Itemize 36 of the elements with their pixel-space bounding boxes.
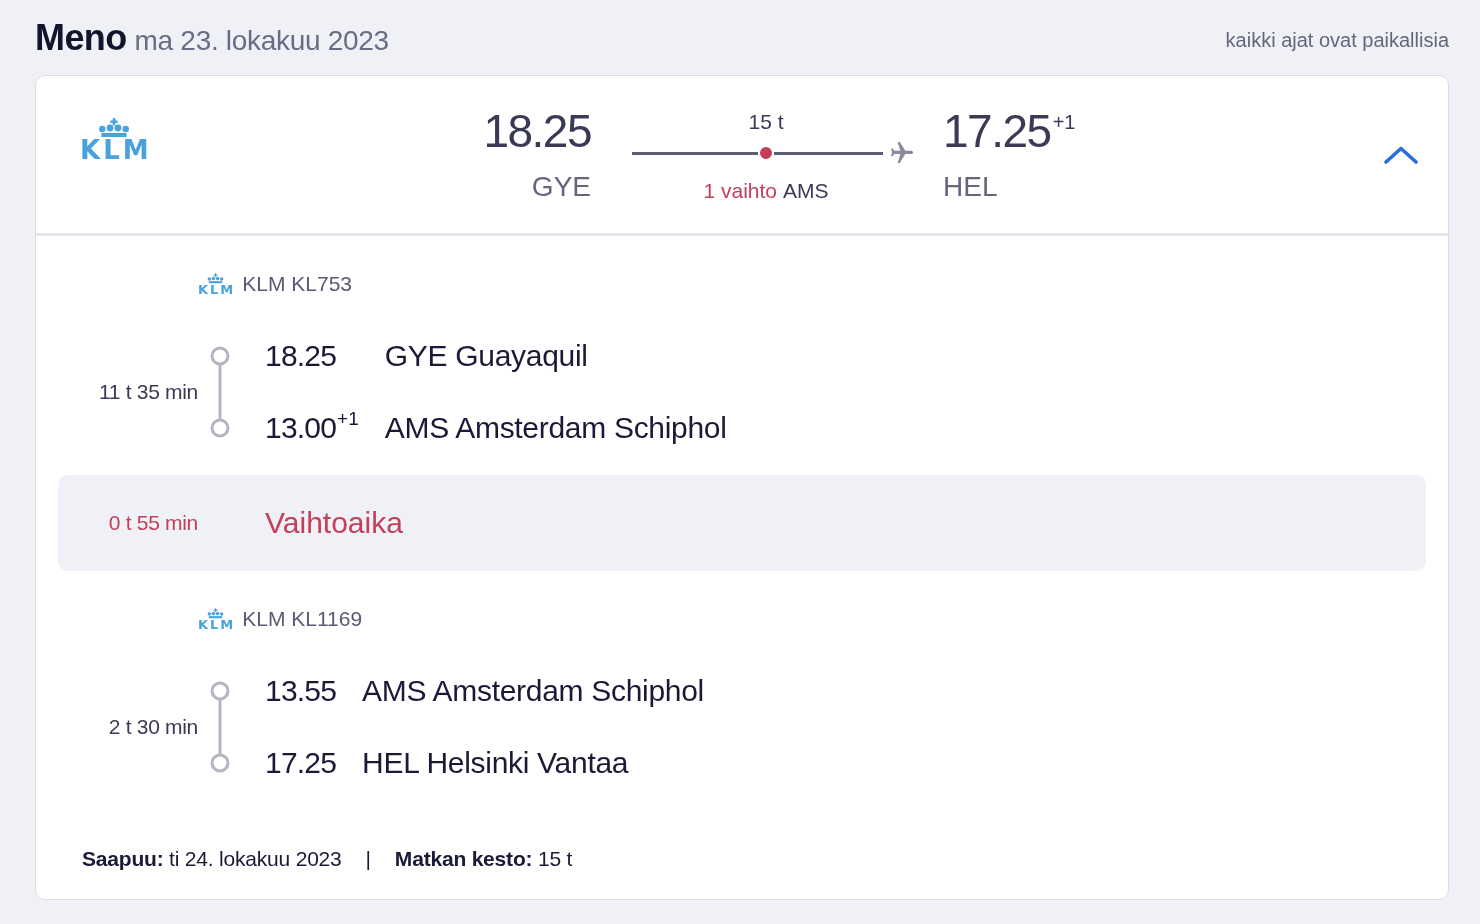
stop-time: 18.25 bbox=[265, 338, 338, 374]
flight-duration: 2 t 30 min bbox=[108, 715, 198, 739]
chevron-icon bbox=[1384, 145, 1418, 164]
airport-name: HEL Helsinki Vantaa bbox=[362, 745, 629, 781]
departure-time: 18.25 bbox=[483, 105, 591, 157]
airplane-icon bbox=[891, 142, 913, 164]
trip-duration: Matkan kesto: 15 t bbox=[394, 847, 573, 871]
arrival-time: 17.25$^{+1}$ bbox=[943, 105, 1076, 157]
airport-name: AMS Amsterdam Schiphol bbox=[384, 410, 727, 446]
stopover-dot-icon bbox=[760, 147, 772, 159]
local-time-note: kaikki ajat ovat paikallisia bbox=[1225, 29, 1449, 52]
flight-duration: 11 t 35 min bbox=[98, 380, 198, 404]
stops-count: 1 vaihto bbox=[703, 179, 777, 203]
flight-number: KLM KL1169 bbox=[242, 607, 363, 631]
layover-label: Vaihtoaika bbox=[265, 506, 403, 540]
collapse-button[interactable] bbox=[1384, 145, 1418, 164]
total-duration: 15 t bbox=[748, 110, 784, 134]
departure-date: ma 23. lokakuu 2023 bbox=[134, 25, 389, 57]
arrival-date: Saapuu: ti 24. lokakuu 2023 bbox=[82, 847, 342, 871]
flight-number: KLM KL753 bbox=[242, 272, 353, 296]
airline-logo: KLM bbox=[198, 273, 234, 295]
stopover-airport: AMS bbox=[783, 179, 829, 203]
airline-logo: KLM bbox=[80, 118, 149, 162]
arrival-airport: HEL bbox=[943, 171, 998, 203]
departure-airport: GYE bbox=[531, 171, 591, 203]
airport-name: AMS Amsterdam Schiphol bbox=[362, 673, 704, 709]
airport-name: GYE Guayaquil bbox=[384, 338, 588, 374]
airline-logo: KLM bbox=[198, 608, 234, 630]
layover-duration: 0 t 55 min bbox=[108, 511, 198, 535]
stop-time: 17.25 bbox=[265, 745, 337, 781]
stop-time: 13.00$^{+1}$ bbox=[265, 410, 359, 446]
stop-time: 13.55 bbox=[265, 673, 337, 709]
section-title: Meno bbox=[35, 16, 127, 60]
footer-separator: | bbox=[365, 847, 371, 871]
timeline-icon bbox=[209, 680, 231, 774]
timeline-icon bbox=[209, 345, 231, 439]
